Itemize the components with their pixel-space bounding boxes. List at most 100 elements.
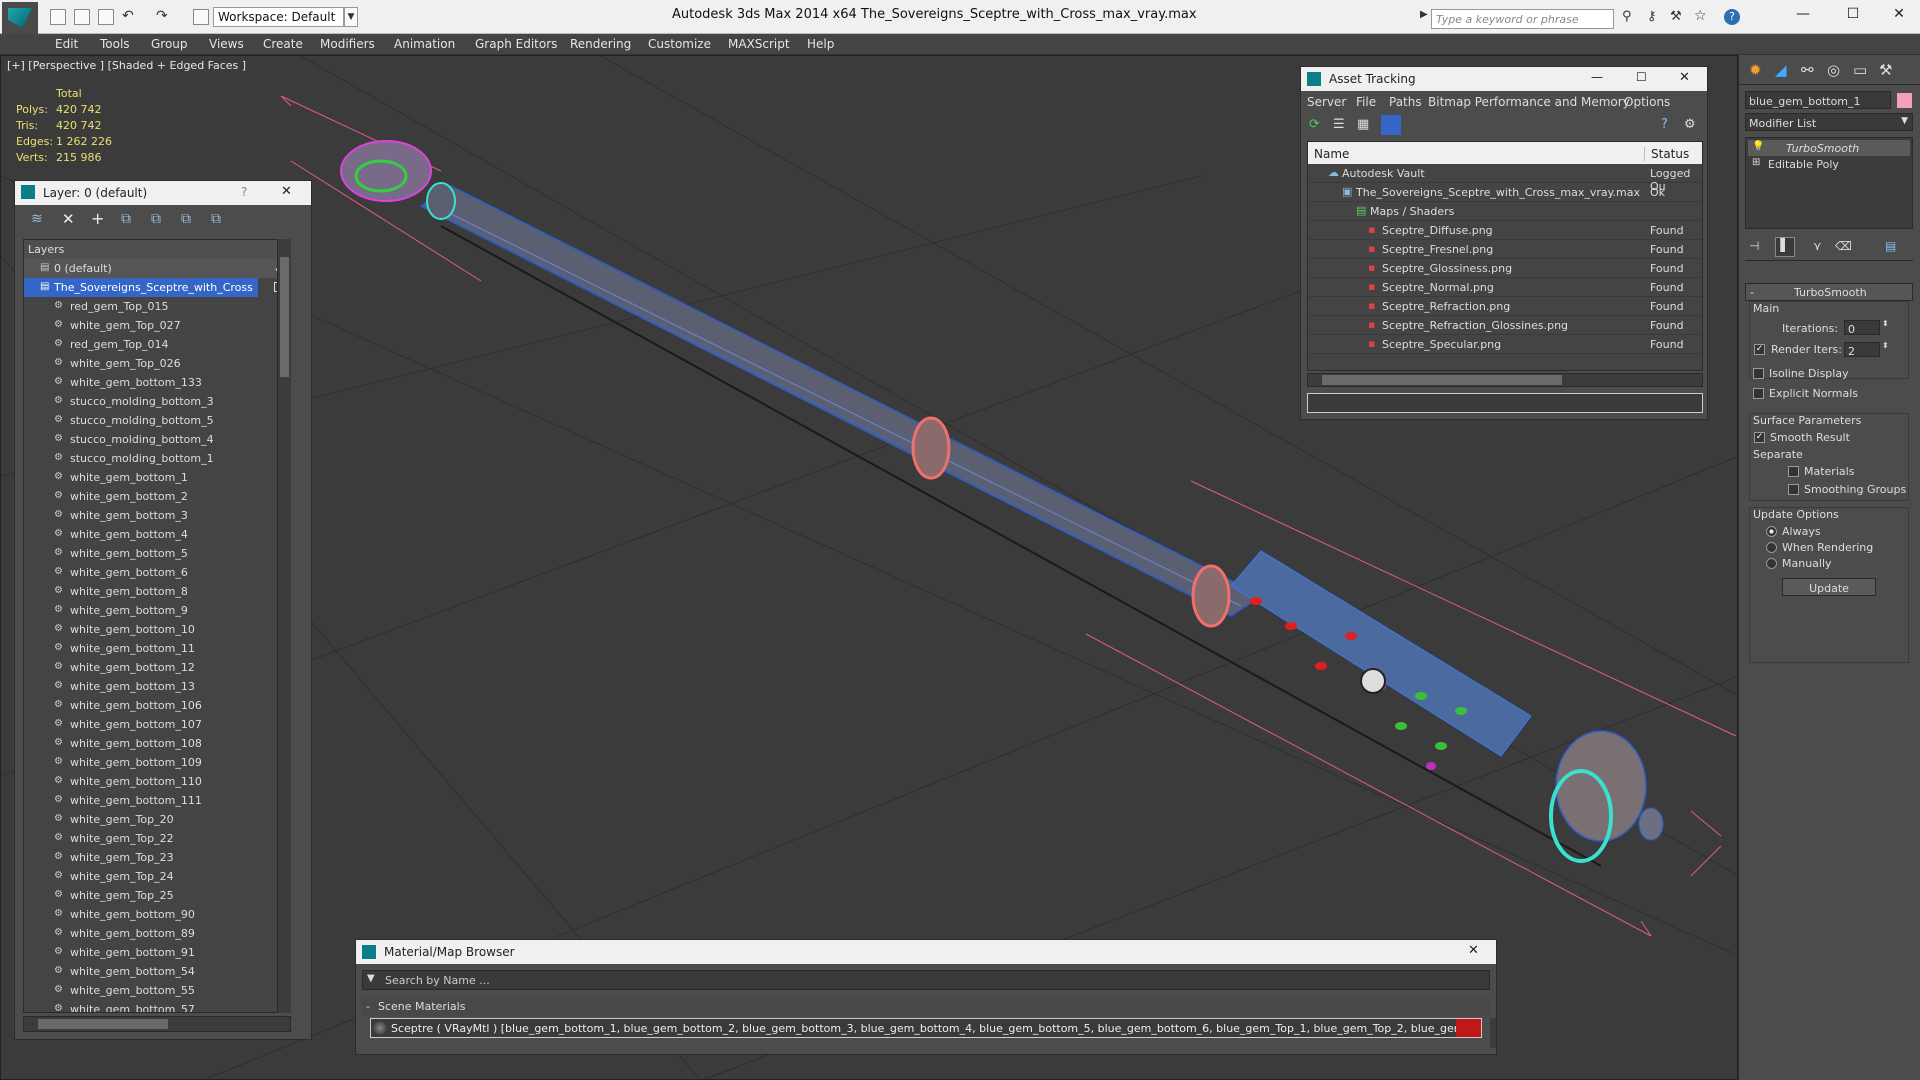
asset-horizontal-scrollbar[interactable] — [1307, 373, 1703, 387]
layer-horizontal-scrollbar[interactable] — [23, 1016, 291, 1032]
layer-close-icon[interactable]: ✕ — [281, 184, 292, 199]
asset-row[interactable]: ▪ Sceptre_Glossiness.png Found — [1308, 259, 1702, 278]
asset-minimize-icon[interactable]: — — [1591, 70, 1603, 84]
undo-icon[interactable]: ↶ — [122, 8, 134, 24]
favorites-star-icon[interactable]: ☆ — [1694, 8, 1707, 24]
layer-object-row[interactable]: ⚙ red_gem_Top_015 — [24, 297, 284, 316]
asset-menu-bitmap[interactable]: Bitmap Performance and Memory — [1428, 95, 1630, 109]
add-to-layer-icon[interactable]: + — [91, 209, 104, 228]
hierarchy-tab-icon[interactable]: ⚯ — [1801, 61, 1814, 79]
asset-maximize-icon[interactable]: ☐ — [1636, 70, 1647, 84]
workspace-select[interactable]: Workspace: Default — [213, 7, 344, 27]
menu-graph-editors[interactable]: Graph Editors — [475, 37, 557, 51]
layer-object-row[interactable]: ⚙ stucco_molding_bottom_4 — [24, 430, 284, 449]
modifier-stack[interactable]: 💡 TurboSmooth ⊞ Editable Poly — [1745, 137, 1913, 229]
make-unique-icon[interactable]: ⋎ — [1813, 239, 1822, 253]
always-radio[interactable] — [1766, 526, 1777, 537]
asset-row[interactable]: ▪ Sceptre_Refraction_Glossines.png Found — [1308, 316, 1702, 335]
scene-materials-header[interactable]: - Scene Materials — [362, 998, 1490, 1016]
scroll-thumb[interactable] — [1322, 375, 1562, 385]
light-bulb-icon[interactable]: 💡 — [1752, 141, 1764, 152]
layer-object-row[interactable]: ⚙ white_gem_bottom_1 — [24, 468, 284, 487]
menu-group[interactable]: Group — [151, 37, 188, 51]
asset-menu-server[interactable]: Server — [1307, 95, 1346, 109]
asset-path-field[interactable] — [1307, 393, 1703, 413]
layer-object-row[interactable]: ⚙ white_gem_Top_20 — [24, 810, 284, 829]
menu-edit[interactable]: Edit — [55, 37, 78, 51]
remove-modifier-icon[interactable]: ⌫ — [1835, 239, 1852, 253]
render-iters-checkbox[interactable]: ✓ — [1754, 344, 1765, 355]
binoculars-icon[interactable]: ⚲ — [1622, 9, 1632, 24]
layer-object-row[interactable]: ⚙ white_gem_bottom_133 — [24, 373, 284, 392]
utilities-tab-icon[interactable]: ⚒ — [1879, 61, 1892, 79]
stack-item-turbosmooth[interactable]: 💡 TurboSmooth — [1748, 140, 1910, 156]
manually-radio[interactable] — [1766, 558, 1777, 569]
stack-item-editable-poly[interactable]: ⊞ Editable Poly — [1748, 156, 1910, 172]
viewport-label[interactable]: [+] [Perspective ] [Shaded + Edged Faces… — [7, 59, 246, 72]
object-color-swatch[interactable] — [1897, 93, 1912, 108]
save-file-icon[interactable] — [98, 9, 114, 25]
layer-object-row[interactable]: ⚙ white_gem_bottom_108 — [24, 734, 284, 753]
layer-object-row[interactable]: ⚙ white_gem_bottom_54 — [24, 962, 284, 981]
layer-object-row[interactable]: ⚙ white_gem_bottom_110 — [24, 772, 284, 791]
layer-object-row[interactable]: ⚙ white_gem_bottom_4 — [24, 525, 284, 544]
layer-object-row[interactable]: ⚙ white_gem_bottom_8 — [24, 582, 284, 601]
mat-scrollbar[interactable] — [1490, 1018, 1496, 1048]
layer-object-row[interactable]: ⚙ white_gem_bottom_5 — [24, 544, 284, 563]
mat-close-icon[interactable]: ✕ — [1468, 943, 1479, 958]
layer-object-row[interactable]: ⚙ white_gem_bottom_91 — [24, 943, 284, 962]
delete-layer-icon[interactable]: ✕ — [62, 210, 75, 228]
new-file-icon[interactable] — [50, 9, 66, 25]
layer-object-row[interactable]: ⚙ white_gem_Top_25 — [24, 886, 284, 905]
layer-row-selected[interactable]: ▤ The_Sovereigns_Sceptre_with_Cross — [24, 278, 258, 297]
project-folder-icon[interactable] — [193, 9, 209, 25]
scroll-thumb[interactable] — [38, 1019, 168, 1029]
layer-object-row[interactable]: ⚙ white_gem_bottom_10 — [24, 620, 284, 639]
menu-customize[interactable]: Customize — [648, 37, 711, 51]
layer-object-row[interactable]: ⚙ white_gem_bottom_57 — [24, 1000, 284, 1012]
layer-object-row[interactable]: ⚙ white_gem_bottom_111 — [24, 791, 284, 810]
modify-tab-icon[interactable]: ◢ — [1775, 61, 1787, 79]
column-status[interactable]: Status — [1644, 147, 1689, 161]
isoline-checkbox[interactable] — [1753, 368, 1764, 379]
layer-object-row[interactable]: ⚙ white_gem_bottom_109 — [24, 753, 284, 772]
layer-object-row[interactable]: ⚙ white_gem_bottom_90 — [24, 905, 284, 924]
layer-object-row[interactable]: ⚙ white_gem_bottom_13 — [24, 677, 284, 696]
pin-stack-icon[interactable]: ⊣ — [1749, 239, 1759, 253]
mat-search-bar[interactable]: ▼ Search by Name ... — [362, 970, 1490, 990]
layer-vertical-scrollbar[interactable] — [277, 239, 291, 1013]
create-layer-icon[interactable]: ≋ — [31, 211, 43, 227]
key-icon[interactable]: ⚷ — [1647, 9, 1657, 24]
layer-object-row[interactable]: ⚙ stucco_molding_bottom_1 — [24, 449, 284, 468]
asset-menu-options[interactable]: Options — [1624, 95, 1670, 109]
turbosmooth-rollout-header[interactable]: - TurboSmooth — [1745, 283, 1913, 301]
scroll-thumb[interactable] — [280, 257, 289, 377]
expand-icon[interactable]: ⊞ — [1752, 157, 1760, 168]
asset-row[interactable]: ▣ The_Sovereigns_Sceptre_with_Cross_max_v… — [1308, 183, 1702, 202]
layer-object-row[interactable]: ⚙ white_gem_bottom_89 — [24, 924, 284, 943]
asset-row[interactable]: ▪ Sceptre_Normal.png Found — [1308, 278, 1702, 297]
layer-panel-titlebar[interactable]: Layer: 0 (default) ? ✕ — [15, 181, 311, 205]
select-objects-icon[interactable]: ⧉ — [121, 211, 131, 227]
search-arrow-icon[interactable]: ▶ — [1420, 9, 1428, 20]
smoothing-groups-checkbox[interactable] — [1788, 484, 1799, 495]
settings-icon[interactable]: ⚙ — [1684, 117, 1696, 132]
explicit-normals-checkbox[interactable] — [1753, 388, 1764, 399]
asset-row[interactable]: ▪ Sceptre_Specular.png Found — [1308, 335, 1702, 354]
render-iters-spinner[interactable]: 2 — [1844, 342, 1880, 358]
layer-object-row[interactable]: ⚙ white_gem_Top_22 — [24, 829, 284, 848]
menu-modifiers[interactable]: Modifiers — [320, 37, 375, 51]
comm-center-icon[interactable]: ⚒ — [1670, 9, 1682, 24]
menu-rendering[interactable]: Rendering — [570, 37, 631, 51]
workspace-dropdown-icon[interactable]: ▼ — [344, 7, 358, 27]
modifier-list-dropdown[interactable]: Modifier List ▼ — [1745, 113, 1913, 131]
layer-object-row[interactable]: ⚙ white_gem_bottom_12 — [24, 658, 284, 677]
when-rendering-radio[interactable] — [1766, 542, 1777, 553]
asset-close-icon[interactable]: ✕ — [1679, 70, 1690, 85]
mat-search-input[interactable]: Search by Name ... — [385, 974, 490, 987]
asset-help-icon[interactable]: ? — [1661, 117, 1668, 132]
freeze-all-icon[interactable]: ⧉ — [211, 211, 221, 227]
app-logo[interactable] — [2, 2, 38, 34]
motion-tab-icon[interactable]: ◎ — [1827, 61, 1840, 79]
object-name-field[interactable]: blue_gem_bottom_1 — [1745, 91, 1891, 109]
